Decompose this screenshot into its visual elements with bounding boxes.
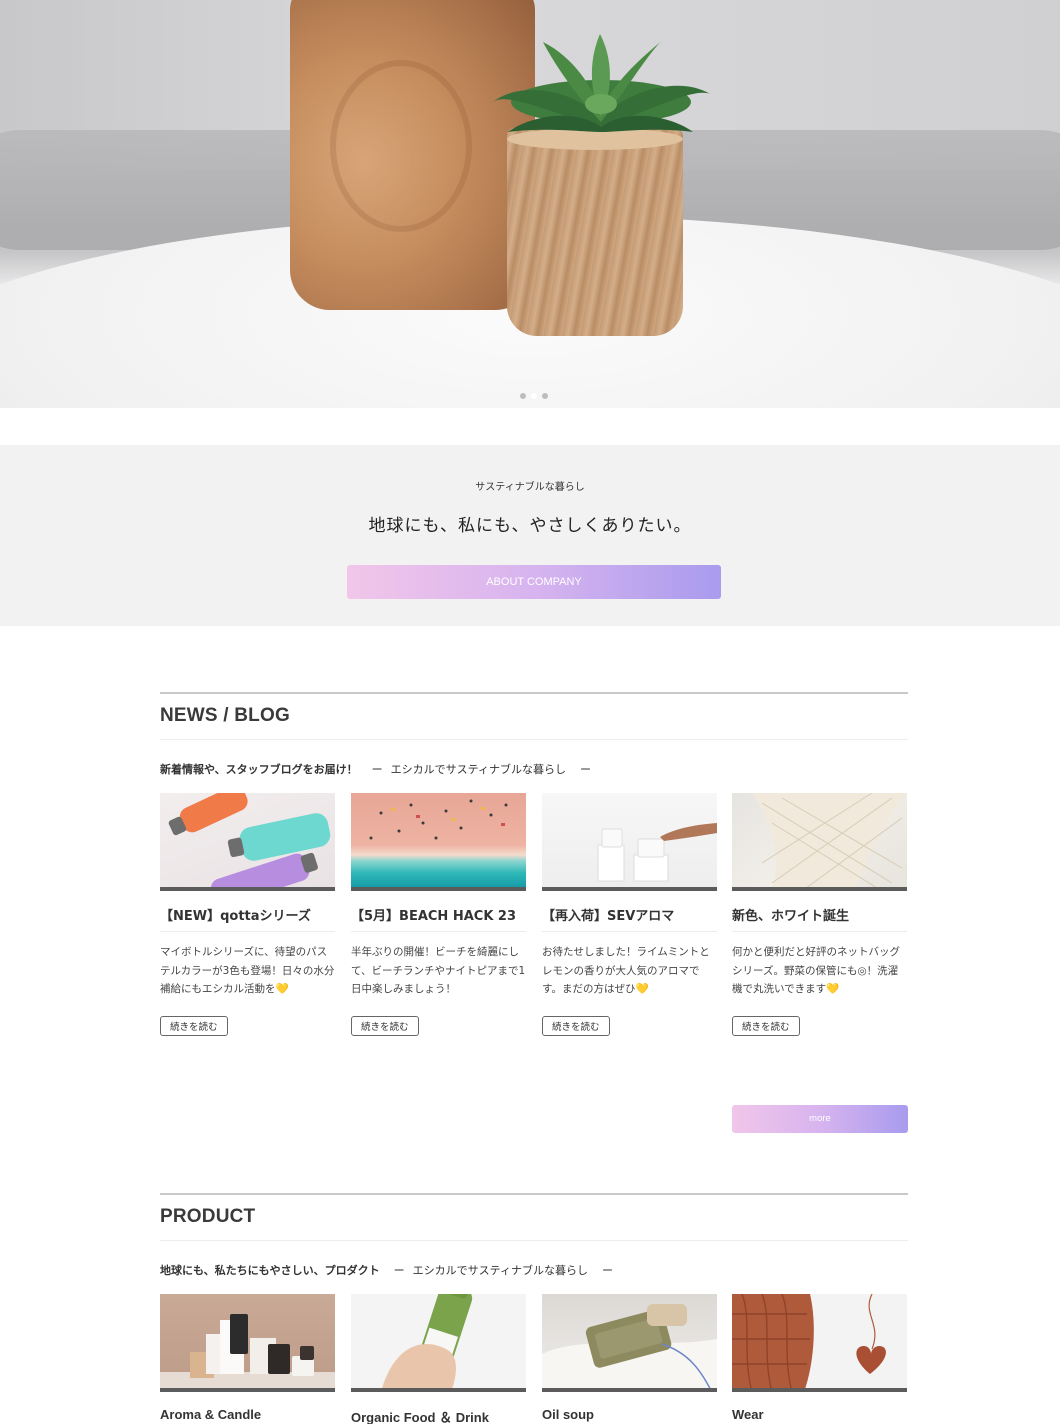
- news-card[interactable]: 【NEW】qottaシリーズ マイボトルシリーズに、待望のパステルカラーが3色も…: [160, 793, 335, 1036]
- news-lead-dash-right: ー: [580, 763, 592, 776]
- product-thumb-candles[interactable]: [160, 1294, 335, 1392]
- news-top-rule: [160, 692, 908, 694]
- news-card-excerpt: マイボトルシリーズに、待望のパステルカラーが3色も登場！日々の水分補給にもエシカ…: [160, 943, 335, 999]
- product-card[interactable]: Aroma & Candle: [160, 1294, 335, 1422]
- news-thumb-netbag[interactable]: [732, 793, 907, 891]
- news-thumb-beach[interactable]: [351, 793, 526, 891]
- news-card-excerpt: お待たせしました！ライムミントとレモンの香りが大人気のアロマです。まだの方はぜひ…: [542, 943, 717, 999]
- news-card-excerpt-text: お待たせしました！ライムミントとレモンの香りが大人気のアロマです。まだの方はぜひ: [542, 946, 710, 995]
- about-band: サスティナブルな暮らし 地球にも、私にも、やさしくありたい。 ABOUT COM…: [0, 445, 1060, 626]
- product-card-title[interactable]: Oil soup: [542, 1407, 717, 1422]
- news-card-divider: [542, 931, 717, 932]
- news-card-title[interactable]: 新色、ホワイト誕生: [732, 905, 907, 925]
- product-lead-bold: 地球にも、私たちにもやさしい、プロダクト: [160, 1264, 380, 1277]
- product-divider: [160, 1240, 908, 1241]
- product-top-rule: [160, 1193, 908, 1195]
- product-lead-dash-right: ー: [602, 1264, 614, 1277]
- hero-succulent: [493, 34, 710, 132]
- read-more-button[interactable]: 続きを読む: [732, 1016, 800, 1036]
- news-lead-tag: エシカルでサスティナブルな暮らし: [390, 763, 567, 776]
- news-card-excerpt-text: マイボトルシリーズに、待望のパステルカラーが3色も登場！日々の水分補給にもエシカ…: [160, 946, 335, 995]
- hero-wooden-pot: [507, 128, 683, 336]
- news-lead-bold: 新着情報や、スタッフブログをお届け！: [160, 763, 358, 776]
- about-subtitle: サスティナブルな暮らし: [475, 482, 585, 493]
- news-card-title[interactable]: 【5月】BEACH HACK 23: [351, 905, 526, 925]
- news-card-excerpt-text: 半年ぶりの開催！ビーチを綺麗にして、ビーチランチやナイトピアまで1日中楽しみまし…: [351, 946, 526, 995]
- news-card-excerpt-text: 何かと便利だと好評のネットバッグシリーズ。野菜の保管にも◎！洗濯機で丸洗いできま…: [732, 946, 900, 995]
- yellow-heart-icon: 💛: [826, 983, 840, 995]
- product-thumb-drink[interactable]: [351, 1294, 526, 1392]
- news-card-excerpt: 何かと便利だと好評のネットバッグシリーズ。野菜の保管にも◎！洗濯機で丸洗いできま…: [732, 943, 907, 999]
- hero-dot-1[interactable]: [520, 393, 526, 399]
- product-card-title[interactable]: Organic Food ＆ Drink: [351, 1407, 526, 1424]
- news-divider: [160, 739, 908, 740]
- read-more-button[interactable]: 続きを読む: [542, 1016, 610, 1036]
- product-card[interactable]: Wear: [732, 1294, 907, 1422]
- news-card-divider: [732, 931, 907, 932]
- news-lead: 新着情報や、スタッフブログをお届け！ ーエシカルでサスティナブルな暮らしー: [160, 761, 599, 777]
- product-card-title[interactable]: Aroma & Candle: [160, 1407, 335, 1422]
- product-card[interactable]: Organic Food ＆ Drink: [351, 1294, 526, 1424]
- product-card[interactable]: Oil soup: [542, 1294, 717, 1422]
- hero-pagination: [520, 393, 548, 399]
- news-card[interactable]: 【5月】BEACH HACK 23 半年ぶりの開催！ビーチを綺麗にして、ビーチラ…: [351, 793, 526, 1036]
- product-lead-tag: エシカルでサスティナブルな暮らし: [412, 1264, 589, 1277]
- news-card-divider: [160, 931, 335, 932]
- product-heading: PRODUCT: [160, 1206, 256, 1227]
- product-lead-dash-left: ー: [393, 1264, 405, 1277]
- news-lead-dash-left: ー: [371, 763, 383, 776]
- product-lead: 地球にも、私たちにもやさしい、プロダクトーエシカルでサスティナブルな暮らしー: [160, 1262, 621, 1278]
- news-card-title[interactable]: 【NEW】qottaシリーズ: [160, 905, 335, 925]
- hero-slider: [0, 0, 1060, 408]
- news-heading: NEWS / BLOG: [160, 705, 290, 726]
- news-more-button[interactable]: more: [732, 1105, 908, 1133]
- hero-dot-3[interactable]: [542, 393, 548, 399]
- news-card-divider: [351, 931, 526, 932]
- news-thumb-aroma[interactable]: [542, 793, 717, 891]
- read-more-button[interactable]: 続きを読む: [351, 1016, 419, 1036]
- product-card-title[interactable]: Wear: [732, 1407, 907, 1422]
- news-card[interactable]: 【再入荷】SEVアロマ お待たせしました！ライムミントとレモンの香りが大人気のア…: [542, 793, 717, 1036]
- yellow-heart-icon: 💛: [275, 983, 289, 995]
- news-card[interactable]: 新色、ホワイト誕生 何かと便利だと好評のネットバッグシリーズ。野菜の保管にも◎！…: [732, 793, 907, 1036]
- hero-dot-2[interactable]: [531, 393, 537, 399]
- yellow-heart-icon: 💛: [635, 983, 649, 995]
- news-thumb-bottles[interactable]: [160, 793, 335, 891]
- about-company-button[interactable]: ABOUT COMPANY: [347, 565, 721, 599]
- about-headline: 地球にも、私にも、やさしくありたい。: [368, 516, 692, 536]
- read-more-button[interactable]: 続きを読む: [160, 1016, 228, 1036]
- news-card-excerpt: 半年ぶりの開催！ビーチを綺麗にして、ビーチランチやナイトピアまで1日中楽しみまし…: [351, 943, 526, 999]
- product-thumb-wear[interactable]: [732, 1294, 907, 1392]
- news-card-title[interactable]: 【再入荷】SEVアロマ: [542, 905, 717, 925]
- product-thumb-soap[interactable]: [542, 1294, 717, 1392]
